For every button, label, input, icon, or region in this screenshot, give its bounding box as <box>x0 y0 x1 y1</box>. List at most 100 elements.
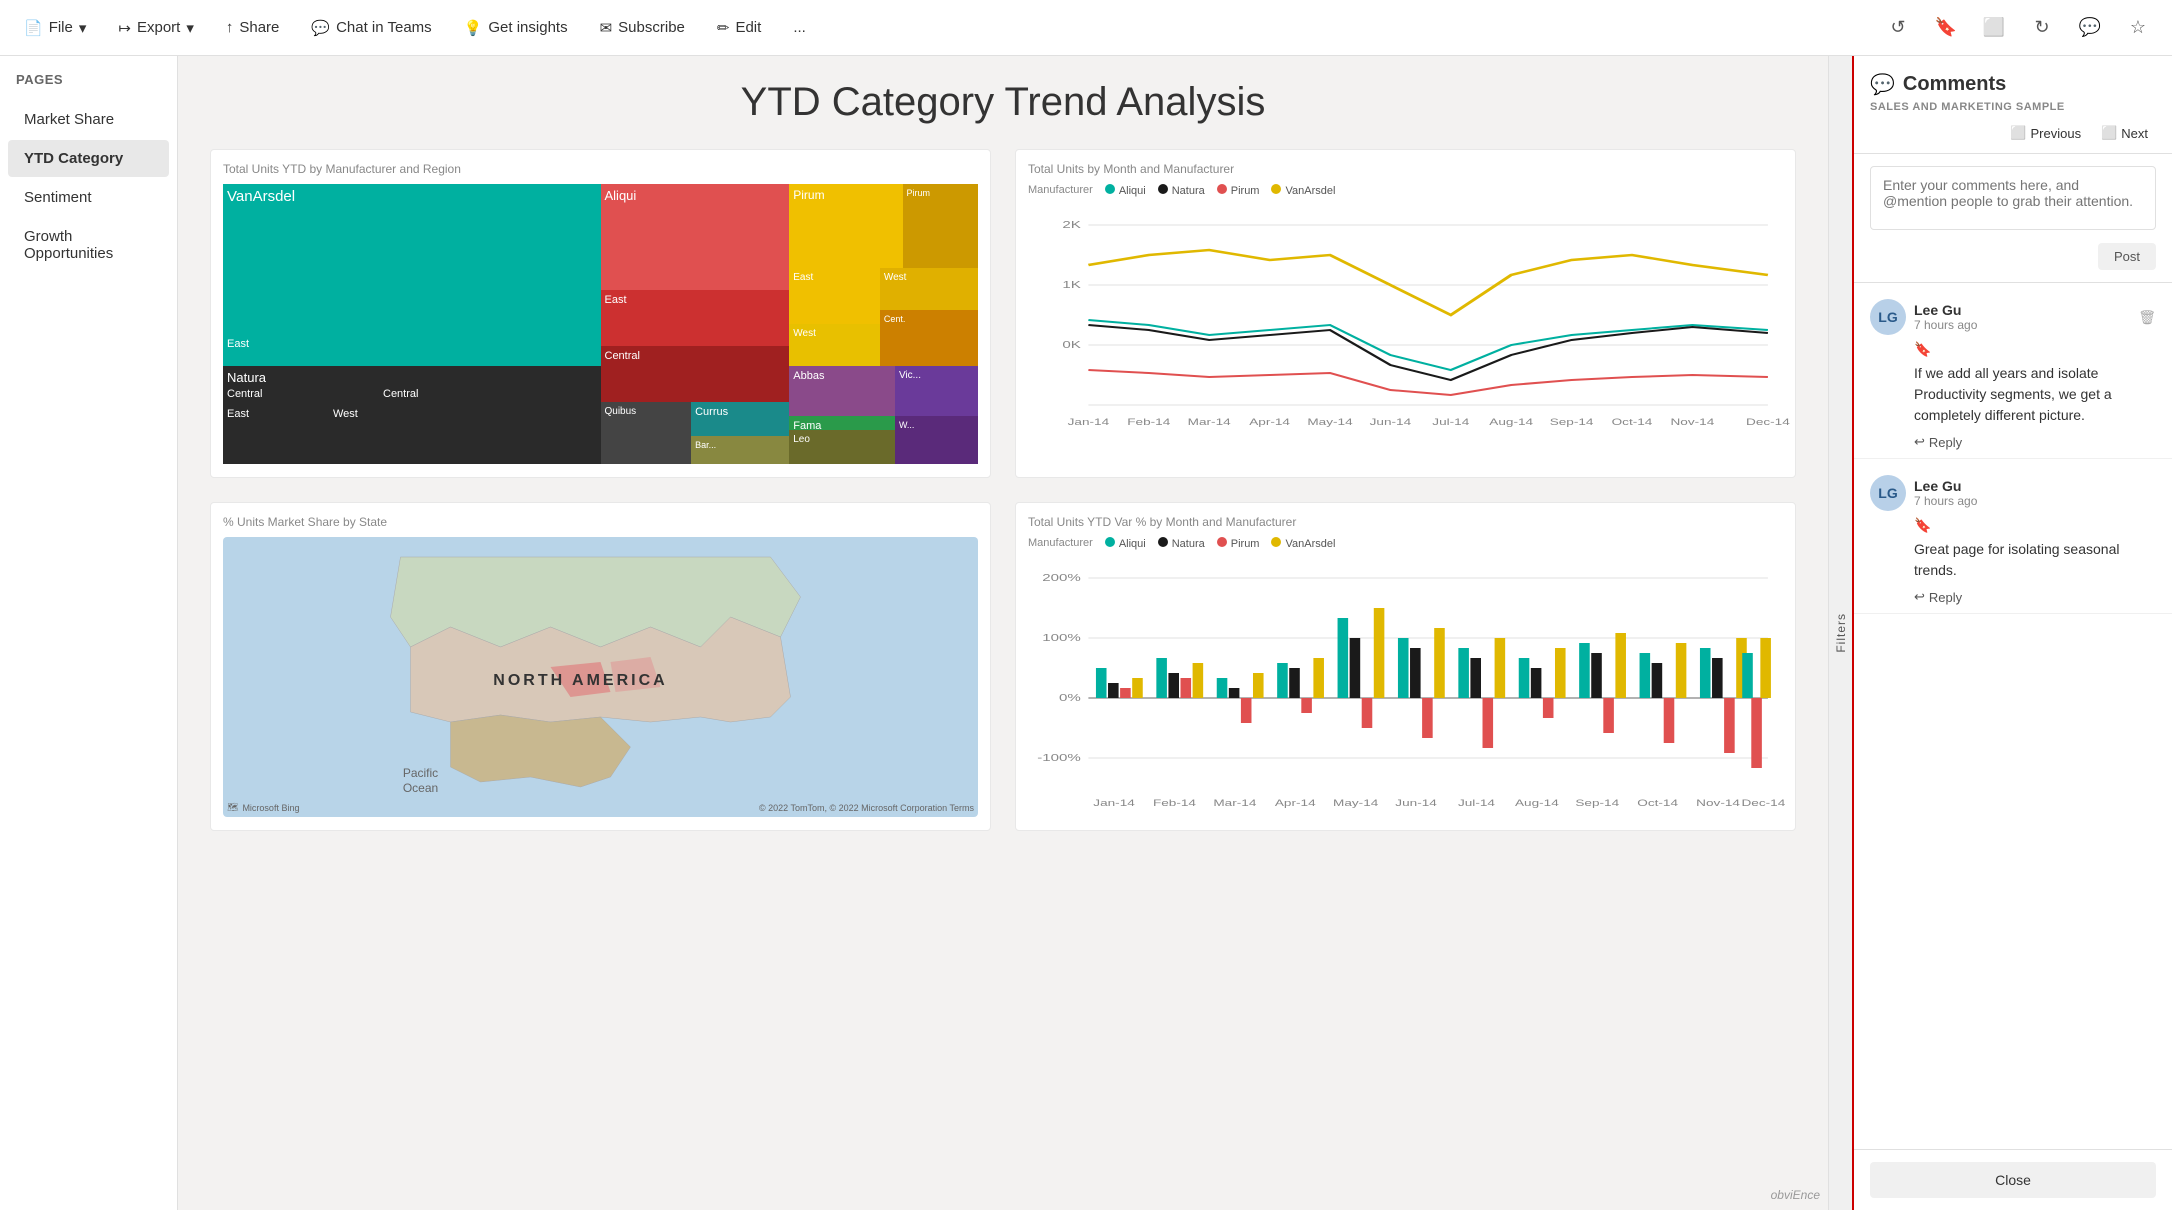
legend-vanarsdel: VanArsdel <box>1271 184 1335 197</box>
svg-text:Mar-14: Mar-14 <box>1213 799 1257 808</box>
comment-item: LG Lee Gu 7 hours ago 🔖 Great page for i… <box>1854 459 2172 614</box>
sidebar-item-growth-opportunities[interactable]: Growth Opportunities <box>8 218 169 272</box>
svg-text:Jan-14: Jan-14 <box>1068 418 1110 427</box>
comment-input-area: Post <box>1854 154 2172 283</box>
bookmark-icon[interactable]: 🔖 <box>1914 341 1931 357</box>
file-button[interactable]: 📄 File ▾ <box>16 13 94 43</box>
svg-text:Pacific: Pacific <box>403 766 438 780</box>
main-layout: Pages Market Share YTD Category Sentimen… <box>0 56 2172 1210</box>
previous-icon: ⬜ <box>2010 125 2026 141</box>
chart-treemap-title: Total Units YTD by Manufacturer and Regi… <box>223 162 978 176</box>
share-button[interactable]: ↑ Share <box>218 13 288 42</box>
next-button[interactable]: ⬜ Next <box>2093 121 2156 145</box>
comment-time: 7 hours ago <box>1914 494 2156 508</box>
export-chevron-icon: ▾ <box>186 19 194 37</box>
comments-footer: Close <box>1854 1149 2172 1210</box>
canvas: YTD Category Trend Analysis Total Units … <box>178 56 1828 1210</box>
chart-line-title: Total Units by Month and Manufacturer <box>1028 162 1783 176</box>
reply-button[interactable]: ↩ Reply <box>1914 589 1962 605</box>
bookmark-icon[interactable]: 🔖 <box>1914 517 1931 533</box>
bar-legend-manufacturer-label: Manufacturer <box>1028 537 1093 550</box>
chart-line: Total Units by Month and Manufacturer Ma… <box>1015 149 1796 478</box>
subscribe-button[interactable]: ✉ Subscribe <box>592 13 693 43</box>
bar-legend-aliqui: Aliqui <box>1105 537 1146 550</box>
legend-pirum: Pirum <box>1217 184 1260 197</box>
undo-button[interactable]: ↺ <box>1880 10 1916 46</box>
favorite-button[interactable]: ☆ <box>2120 10 2156 46</box>
reply-button[interactable]: ↩ Reply <box>1914 434 1962 450</box>
svg-text:Jul-14: Jul-14 <box>1432 418 1470 427</box>
svg-text:Ocean: Ocean <box>403 781 438 795</box>
toolbar-left: 📄 File ▾ ↦ Export ▾ ↑ Share 💬 Chat in Te… <box>16 13 814 43</box>
export-button[interactable]: ↦ Export ▾ <box>110 13 201 43</box>
bar-chart-svg-container: 200% 100% 0% -100% <box>1028 558 1783 818</box>
sidebar-title: Pages <box>0 72 177 99</box>
sidebar-item-market-share[interactable]: Market Share <box>8 101 169 138</box>
chart-line-legend: Manufacturer Aliqui Natura Pirum VanArsd… <box>1028 184 1783 197</box>
svg-text:Oct-14: Oct-14 <box>1637 799 1678 808</box>
svg-text:Mar-14: Mar-14 <box>1188 418 1232 427</box>
svg-text:Feb-14: Feb-14 <box>1127 418 1171 427</box>
bar-legend-natura: Natura <box>1158 537 1205 550</box>
svg-text:Nov-14: Nov-14 <box>1696 799 1740 808</box>
reply-icon: ↩ <box>1914 434 1925 450</box>
map-area: NORTH AMERICA Pacific Ocean 🗺 Microsoft … <box>223 537 978 817</box>
reply-icon: ↩ <box>1914 589 1925 605</box>
chart-map: % Units Market Share by State <box>210 502 991 831</box>
comment-author: Lee Gu <box>1914 302 2130 318</box>
comments-nav: ⬜ Previous ⬜ Next <box>1870 113 2156 145</box>
close-button[interactable]: Close <box>1870 1162 2156 1198</box>
chart-bar-title: Total Units YTD Var % by Month and Manuf… <box>1028 515 1783 529</box>
edit-button[interactable]: ✏ Edit <box>709 13 769 43</box>
svg-text:100%: 100% <box>1042 632 1081 644</box>
svg-text:Sep-14: Sep-14 <box>1575 799 1619 808</box>
svg-text:Apr-14: Apr-14 <box>1275 799 1316 808</box>
toolbar: 📄 File ▾ ↦ Export ▾ ↑ Share 💬 Chat in Te… <box>0 0 2172 56</box>
svg-text:Feb-14: Feb-14 <box>1153 799 1197 808</box>
chart-map-title: % Units Market Share by State <box>223 515 978 529</box>
svg-text:Apr-14: Apr-14 <box>1249 418 1290 427</box>
svg-text:Dec-14: Dec-14 <box>1746 418 1790 427</box>
comment-text: If we add all years and isolate Producti… <box>1914 363 2156 426</box>
svg-text:Aug-14: Aug-14 <box>1489 418 1533 427</box>
bar-legend-pirum: Pirum <box>1217 537 1260 550</box>
comment-author-row: LG Lee Gu 7 hours ago 🗑 <box>1870 299 2156 335</box>
sidebar-item-sentiment[interactable]: Sentiment <box>8 179 169 216</box>
comments-header: 💬 Comments SALES AND MARKETING SAMPLE ⬜ … <box>1854 56 2172 154</box>
chat-in-teams-button[interactable]: 💬 Chat in Teams <box>303 13 439 43</box>
legend-aliqui: Aliqui <box>1105 184 1146 197</box>
window-button[interactable]: ⬜ <box>1976 10 2012 46</box>
previous-button[interactable]: ⬜ Previous <box>2002 121 2089 145</box>
svg-text:Jul-14: Jul-14 <box>1458 799 1496 808</box>
bookmark-button[interactable]: 🔖 <box>1928 10 1964 46</box>
get-insights-button[interactable]: 💡 Get insights <box>456 13 576 43</box>
comments-panel: 💬 Comments SALES AND MARKETING SAMPLE ⬜ … <box>1852 56 2172 1210</box>
content-area: YTD Category Trend Analysis Total Units … <box>178 56 2172 1210</box>
svg-text:0K: 0K <box>1062 339 1081 351</box>
comment-meta: Lee Gu 7 hours ago <box>1914 302 2130 332</box>
insights-icon: 💡 <box>464 19 483 37</box>
more-button[interactable]: ... <box>785 13 814 42</box>
post-button[interactable]: Post <box>2098 243 2156 270</box>
comment-author-row: LG Lee Gu 7 hours ago <box>1870 475 2156 511</box>
svg-text:Sep-14: Sep-14 <box>1550 418 1594 427</box>
svg-text:Jun-14: Jun-14 <box>1370 418 1412 427</box>
bing-label: Microsoft Bing <box>242 803 299 813</box>
map-copyright: © 2022 TomTom, © 2022 Microsoft Corporat… <box>759 803 974 813</box>
sidebar-item-ytd-category[interactable]: YTD Category <box>8 140 169 177</box>
treemap: VanArsdel Natura East East West Central … <box>223 184 978 464</box>
delete-icon[interactable]: 🗑 <box>2138 309 2156 326</box>
toolbar-right: ↺ 🔖 ⬜ ↻ 💬 ☆ <box>1880 10 2156 46</box>
filters-toggle[interactable]: Filters <box>1828 56 1852 1210</box>
refresh-button[interactable]: ↻ <box>2024 10 2060 46</box>
comments-list: LG Lee Gu 7 hours ago 🗑 🔖 If we add all … <box>1854 283 2172 1149</box>
comment-author: Lee Gu <box>1914 478 2156 494</box>
filters-label: Filters <box>1834 613 1848 653</box>
comment-button[interactable]: 💬 <box>2072 10 2108 46</box>
svg-text:NORTH AMERICA: NORTH AMERICA <box>493 672 667 689</box>
svg-text:-100%: -100% <box>1037 752 1081 764</box>
svg-text:Jun-14: Jun-14 <box>1395 799 1437 808</box>
chart-bar-legend: Manufacturer Aliqui Natura Pirum VanArsd… <box>1028 537 1783 550</box>
avatar: LG <box>1870 299 1906 335</box>
comment-input[interactable] <box>1870 166 2156 230</box>
